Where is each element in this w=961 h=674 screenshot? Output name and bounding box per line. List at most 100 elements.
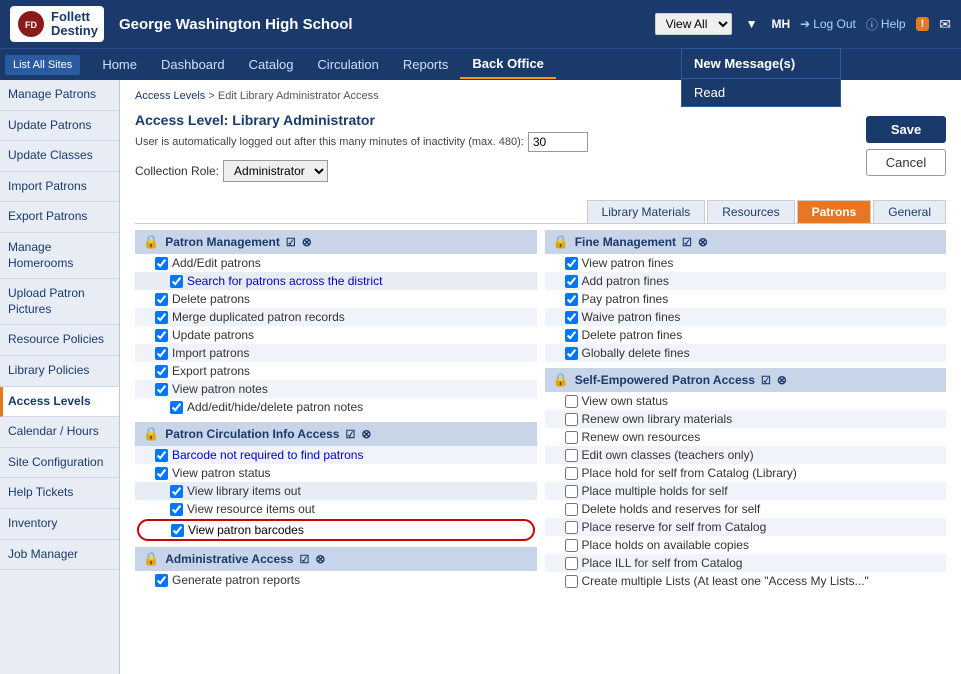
check-all-circ-icon[interactable]: ☑ (345, 428, 355, 441)
cb-renew-own-resources[interactable] (565, 431, 578, 444)
tab-resources[interactable]: Resources (707, 200, 794, 223)
sidebar-item-inventory[interactable]: Inventory (0, 509, 119, 540)
cb-merge-duplicates[interactable] (155, 311, 168, 324)
list-all-sites-button[interactable]: List All Sites (5, 55, 80, 75)
check-all-admin-icon[interactable]: ☑ (299, 553, 309, 566)
cb-barcode-not-required[interactable] (155, 449, 168, 462)
sidebar-item-import-patrons[interactable]: Import Patrons (0, 172, 119, 203)
sidebar-item-library-policies[interactable]: Library Policies (0, 356, 119, 387)
sidebar-item-manage-homerooms[interactable]: Manage Homerooms (0, 233, 119, 279)
cb-place-multiple-holds[interactable] (565, 485, 578, 498)
sidebar-item-export-patrons[interactable]: Export Patrons (0, 202, 119, 233)
perm-create-multiple-lists: Create multiple Lists (At least one "Acc… (545, 572, 947, 590)
check-all-icon[interactable]: ☑ (286, 236, 296, 249)
cancel-button[interactable]: Cancel (866, 149, 946, 176)
nav-back-office[interactable]: Back Office (460, 50, 556, 79)
cb-edit-own-classes[interactable] (565, 449, 578, 462)
cb-place-reserve-catalog[interactable] (565, 521, 578, 534)
nav-dashboard[interactable]: Dashboard (149, 51, 237, 78)
clear-icon[interactable]: ⊗ (302, 235, 312, 249)
nav-home[interactable]: Home (90, 51, 149, 78)
cb-delete-patron-fines[interactable] (565, 329, 578, 342)
cb-view-patron-status[interactable] (155, 467, 168, 480)
tab-library-materials[interactable]: Library Materials (587, 200, 706, 223)
lock-icon-fine: 🔒 (553, 234, 569, 250)
collection-role-select[interactable]: Administrator (223, 160, 328, 182)
perm-label: Place hold for self from Catalog (Librar… (582, 466, 797, 480)
cb-view-resource-items-out[interactable] (170, 503, 183, 516)
perm-view-patron-status: View patron status (135, 464, 537, 482)
perm-label: Place multiple holds for self (582, 484, 728, 498)
save-button[interactable]: Save (866, 116, 946, 143)
cb-pay-patron-fines[interactable] (565, 293, 578, 306)
nav-reports[interactable]: Reports (391, 51, 461, 78)
message-read-item[interactable]: Read (682, 79, 840, 106)
message-dropdown-header: New Message(s) (682, 49, 840, 79)
notification-badge[interactable]: ! (916, 17, 930, 31)
cb-delete-patrons[interactable] (155, 293, 168, 306)
check-all-self-icon[interactable]: ☑ (761, 374, 771, 387)
permissions-table: 🔒 Patron Management ☑ ⊗ Add/Edit patrons (135, 230, 946, 594)
perm-delete-patron-fines: Delete patron fines (545, 326, 947, 344)
tabs-row: Library Materials Resources Patrons Gene… (135, 200, 946, 224)
clear-circ-icon[interactable]: ⊗ (361, 427, 371, 441)
cb-view-patron-barcodes[interactable] (171, 524, 184, 537)
sidebar-item-update-classes[interactable]: Update Classes (0, 141, 119, 172)
cb-delete-holds-reserves[interactable] (565, 503, 578, 516)
sidebar-item-update-patrons[interactable]: Update Patrons (0, 111, 119, 142)
perm-label: Place holds on available copies (582, 538, 749, 552)
perm-waive-patron-fines: Waive patron fines (545, 308, 947, 326)
perm-renew-own-resources: Renew own resources (545, 428, 947, 446)
check-all-fine-icon[interactable]: ☑ (682, 236, 692, 249)
cb-view-patron-fines[interactable] (565, 257, 578, 270)
header-controls: View All ▼ MH ➔ Log Out ⓘ Help ! ✉ (655, 13, 951, 35)
breadcrumb-link[interactable]: Access Levels (135, 90, 205, 102)
cb-search-district[interactable] (170, 275, 183, 288)
cb-add-edit-patrons[interactable] (155, 257, 168, 270)
perm-generate-patron-reports: Generate patron reports (135, 571, 537, 589)
nav-circulation[interactable]: Circulation (305, 51, 390, 78)
sidebar-item-access-levels[interactable]: Access Levels (0, 387, 119, 418)
cb-create-multiple-lists[interactable] (565, 575, 578, 588)
cb-update-patrons[interactable] (155, 329, 168, 342)
cb-view-own-status[interactable] (565, 395, 578, 408)
sidebar-item-help-tickets[interactable]: Help Tickets (0, 478, 119, 509)
cb-place-hold-catalog[interactable] (565, 467, 578, 480)
perm-label: View patron fines (582, 256, 674, 270)
collection-role-label: Collection Role: (135, 164, 219, 178)
clear-admin-icon[interactable]: ⊗ (315, 552, 325, 566)
sidebar-item-upload-patron-pictures[interactable]: Upload Patron Pictures (0, 279, 119, 325)
nav-catalog[interactable]: Catalog (237, 51, 306, 78)
cb-view-patron-notes[interactable] (155, 383, 168, 396)
tab-patrons[interactable]: Patrons (797, 200, 872, 223)
sidebar-item-job-manager[interactable]: Job Manager (0, 540, 119, 571)
cb-place-ill[interactable] (565, 557, 578, 570)
perm-label: Waive patron fines (582, 310, 681, 324)
admin-access-header: 🔒 Administrative Access ☑ ⊗ (135, 547, 537, 571)
sidebar-item-resource-policies[interactable]: Resource Policies (0, 325, 119, 356)
help-link[interactable]: ⓘ Help (866, 16, 906, 33)
tab-general[interactable]: General (873, 200, 946, 223)
perm-barcode-not-required: Barcode not required to find patrons (135, 446, 537, 464)
clear-self-icon[interactable]: ⊗ (777, 373, 787, 387)
cb-add-edit-notes[interactable] (170, 401, 183, 414)
sidebar-item-calendar-hours[interactable]: Calendar / Hours (0, 417, 119, 448)
cb-export-patrons[interactable] (155, 365, 168, 378)
logout-link[interactable]: ➔ Log Out (800, 17, 856, 31)
cb-waive-patron-fines[interactable] (565, 311, 578, 324)
cb-add-patron-fines[interactable] (565, 275, 578, 288)
cb-place-holds-available[interactable] (565, 539, 578, 552)
mail-icon[interactable]: ✉ (939, 16, 951, 33)
sidebar-item-site-configuration[interactable]: Site Configuration (0, 448, 119, 479)
view-select[interactable]: View All (655, 13, 732, 35)
perm-renew-own-library: Renew own library materials (545, 410, 947, 428)
cb-renew-own-library[interactable] (565, 413, 578, 426)
cb-globally-delete-fines[interactable] (565, 347, 578, 360)
clear-fine-icon[interactable]: ⊗ (698, 235, 708, 249)
sidebar-item-manage-patrons[interactable]: Manage Patrons (0, 80, 119, 111)
perm-place-reserve-catalog: Place reserve for self from Catalog (545, 518, 947, 536)
cb-import-patrons[interactable] (155, 347, 168, 360)
inactivity-input[interactable]: 30 (528, 132, 588, 152)
cb-view-library-items-out[interactable] (170, 485, 183, 498)
cb-generate-patron-reports[interactable] (155, 574, 168, 587)
